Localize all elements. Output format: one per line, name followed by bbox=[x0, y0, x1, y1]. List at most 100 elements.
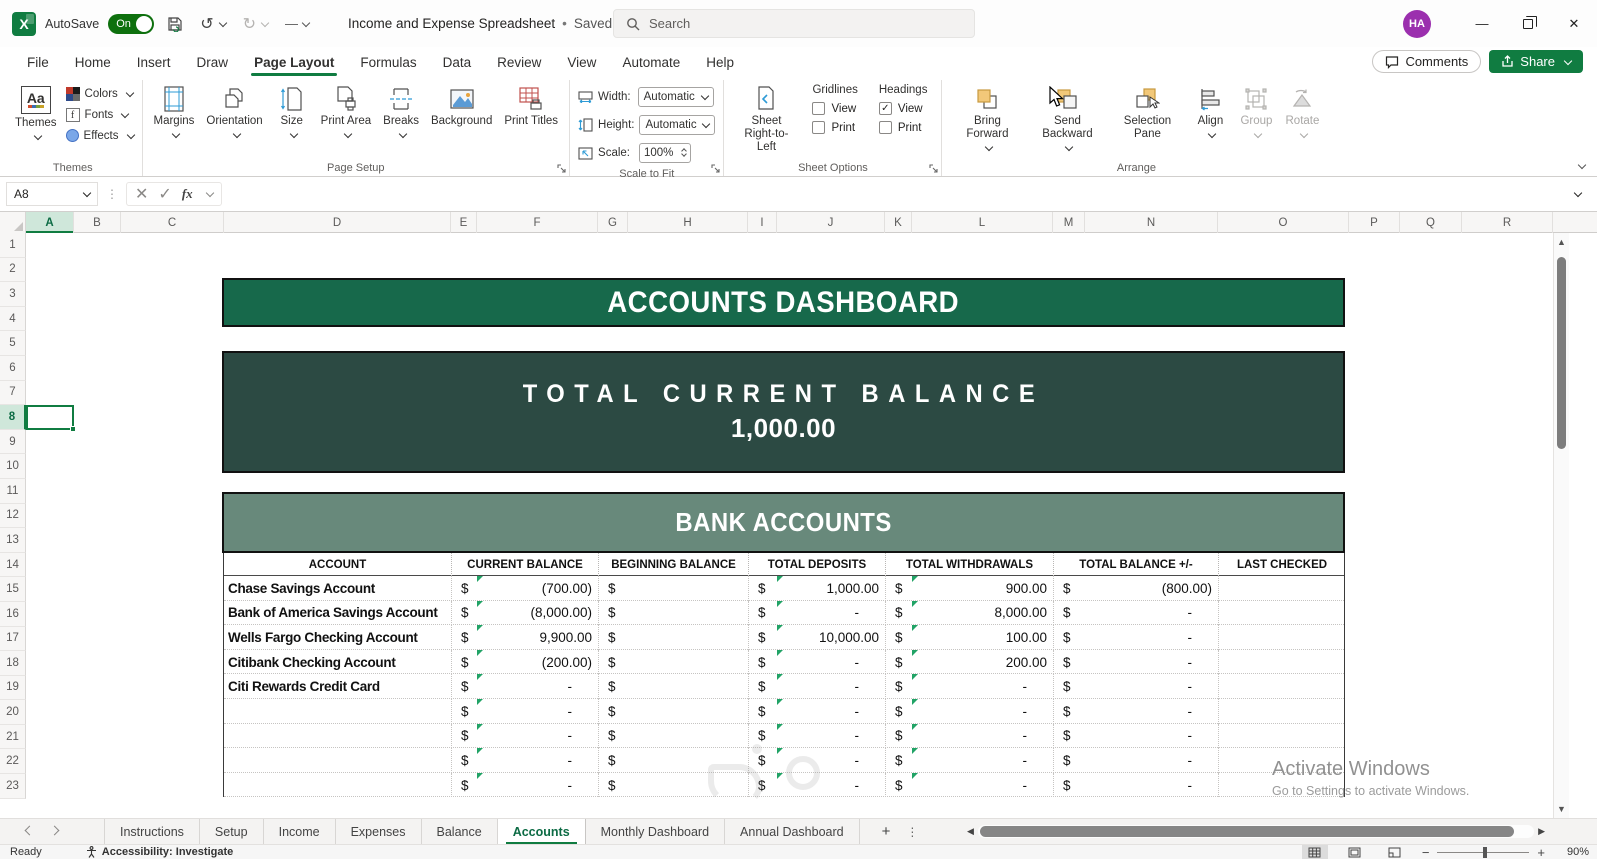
scroll-down-icon[interactable]: ▼ bbox=[1554, 800, 1569, 818]
ribbon-tab[interactable]: Help bbox=[693, 50, 747, 75]
cell-currency-symbol[interactable]: $ bbox=[451, 600, 477, 626]
column-header[interactable]: R bbox=[1462, 212, 1553, 233]
minimize-button[interactable]: — bbox=[1459, 0, 1505, 47]
row-header[interactable]: 2 bbox=[0, 257, 26, 283]
sheet-tab[interactable]: Setup bbox=[200, 818, 264, 845]
row-header[interactable]: 7 bbox=[0, 380, 26, 406]
cell-currency-symbol[interactable]: $ bbox=[885, 576, 912, 601]
row-header[interactable]: 5 bbox=[0, 331, 26, 356]
cell-current-balance[interactable]: - bbox=[477, 723, 598, 749]
column-header[interactable]: I bbox=[748, 212, 777, 233]
cell-last-checked[interactable] bbox=[1218, 600, 1345, 626]
search-input[interactable]: Search bbox=[613, 9, 975, 38]
sheet-right-to-left-button[interactable]: Sheet Right-to-Left bbox=[730, 82, 802, 156]
cell-account-name[interactable]: Bank of America Savings Account bbox=[224, 601, 451, 626]
cell-currency-symbol[interactable]: $ bbox=[885, 723, 912, 749]
row-header[interactable]: 14 bbox=[0, 552, 26, 578]
height-dropdown[interactable]: Automatic bbox=[639, 115, 716, 135]
page-layout-view-button[interactable] bbox=[1342, 845, 1368, 859]
rotate-button[interactable]: Rotate bbox=[1280, 82, 1324, 141]
column-header[interactable]: L bbox=[912, 212, 1053, 233]
theme-fonts-button[interactable]: f Fonts bbox=[64, 106, 136, 124]
cell-total-withdrawals[interactable]: - bbox=[912, 748, 1053, 773]
print-area-button[interactable]: Print Area bbox=[316, 82, 377, 141]
align-button[interactable]: Align bbox=[1188, 82, 1232, 141]
cell-currency-symbol[interactable]: $ bbox=[885, 698, 912, 724]
cell-currency-symbol[interactable]: $ bbox=[885, 674, 912, 699]
cell-total-deposits[interactable]: - bbox=[777, 748, 885, 773]
cell-total-balance[interactable]: - bbox=[1085, 650, 1218, 675]
cell-last-checked[interactable] bbox=[1218, 576, 1345, 601]
row-header[interactable]: 12 bbox=[0, 503, 26, 529]
cell-total-deposits[interactable]: - bbox=[777, 600, 885, 626]
cell-account-name[interactable] bbox=[224, 773, 451, 798]
row-header[interactable]: 10 bbox=[0, 454, 26, 479]
scale-spinner[interactable]: 100% bbox=[639, 143, 691, 163]
cell-currency-symbol[interactable]: $ bbox=[598, 600, 628, 626]
cell-currency-symbol[interactable]: $ bbox=[885, 748, 912, 773]
sheet-options-dialog-launcher[interactable] bbox=[929, 161, 941, 173]
cell-currency-symbol[interactable]: $ bbox=[598, 576, 628, 601]
table-header-cell[interactable]: ACCOUNT bbox=[224, 553, 451, 576]
cell-account-name[interactable] bbox=[224, 748, 451, 773]
ribbon-tab[interactable]: Draw bbox=[184, 50, 242, 75]
cell-beginning-balance[interactable] bbox=[628, 748, 748, 773]
row-header[interactable]: 20 bbox=[0, 700, 26, 725]
column-header[interactable]: E bbox=[451, 212, 477, 233]
insert-function-icon[interactable]: fx bbox=[182, 186, 193, 202]
column-header[interactable]: K bbox=[885, 212, 912, 233]
cell-currency-symbol[interactable]: $ bbox=[451, 649, 477, 675]
column-header[interactable]: Q bbox=[1400, 212, 1462, 233]
cell-currency-symbol[interactable]: $ bbox=[748, 600, 777, 626]
save-button[interactable] bbox=[163, 14, 187, 34]
ribbon-tab[interactable]: Page Layout bbox=[241, 50, 347, 76]
column-header[interactable]: A bbox=[26, 212, 74, 233]
cell-current-balance[interactable]: 9,900.00 bbox=[477, 625, 598, 650]
cell-total-withdrawals[interactable]: 200.00 bbox=[912, 649, 1053, 675]
cell-beginning-balance[interactable] bbox=[628, 699, 748, 724]
sheet-tab[interactable]: Accounts bbox=[497, 818, 586, 845]
themes-button[interactable]: Aa Themes bbox=[10, 82, 62, 143]
sheet-tab[interactable]: Income bbox=[264, 818, 336, 845]
print-titles-button[interactable]: Print Titles bbox=[499, 82, 563, 130]
sheet-tab[interactable]: Balance bbox=[422, 818, 498, 845]
cell-currency-symbol[interactable]: $ bbox=[748, 748, 777, 773]
cell-total-withdrawals[interactable]: 8,000.00 bbox=[912, 600, 1053, 626]
cell-account-name[interactable]: Chase Savings Account bbox=[224, 576, 451, 601]
cell-currency-symbol[interactable]: $ bbox=[748, 649, 777, 675]
column-header[interactable]: H bbox=[628, 212, 748, 233]
cell-total-deposits[interactable]: - bbox=[777, 674, 885, 699]
scroll-right-icon[interactable]: ▶ bbox=[1538, 826, 1545, 837]
row-header[interactable]: 16 bbox=[0, 601, 26, 627]
cell-last-checked[interactable] bbox=[1218, 698, 1345, 724]
undo-button[interactable]: ↺ bbox=[196, 12, 229, 36]
cell-currency-symbol[interactable]: $ bbox=[748, 723, 777, 749]
prev-sheet-icon[interactable] bbox=[24, 825, 35, 836]
select-all-corner[interactable] bbox=[0, 212, 26, 233]
cell-currency-symbol[interactable]: $ bbox=[451, 625, 477, 650]
page-break-preview-button[interactable] bbox=[1382, 845, 1408, 859]
row-header[interactable]: 19 bbox=[0, 675, 26, 701]
formula-input[interactable] bbox=[225, 182, 1567, 206]
column-header[interactable]: D bbox=[224, 212, 451, 233]
zoom-out-button[interactable]: − bbox=[1422, 845, 1430, 859]
sheet-tab[interactable]: Monthly Dashboard bbox=[586, 818, 726, 845]
cell-currency-symbol[interactable]: $ bbox=[1053, 772, 1085, 798]
cell-account-name[interactable] bbox=[224, 699, 451, 724]
table-header-cell[interactable]: BEGINNING BALANCE bbox=[598, 553, 748, 576]
cell-account-name[interactable]: Citibank Checking Account bbox=[224, 650, 451, 675]
group-button[interactable]: Group bbox=[1234, 82, 1278, 141]
vertical-scrollbar[interactable]: ▲ ▼ bbox=[1553, 233, 1569, 818]
scale-to-fit-dialog-launcher[interactable] bbox=[711, 161, 723, 173]
cell-currency-symbol[interactable]: $ bbox=[598, 772, 628, 798]
horizontal-scrollbar-thumb[interactable] bbox=[979, 826, 1514, 837]
column-header[interactable]: P bbox=[1349, 212, 1400, 233]
zoom-in-button[interactable]: + bbox=[1537, 845, 1545, 859]
cell-currency-symbol[interactable]: $ bbox=[748, 674, 777, 699]
table-header-cell[interactable]: TOTAL BALANCE +/- bbox=[1053, 553, 1218, 576]
row-header[interactable]: 21 bbox=[0, 724, 26, 750]
sheet-tab[interactable]: Expenses bbox=[336, 818, 422, 845]
cell-currency-symbol[interactable]: $ bbox=[748, 576, 777, 601]
row-header[interactable]: 22 bbox=[0, 749, 26, 775]
ribbon-tab[interactable]: Data bbox=[430, 50, 485, 75]
